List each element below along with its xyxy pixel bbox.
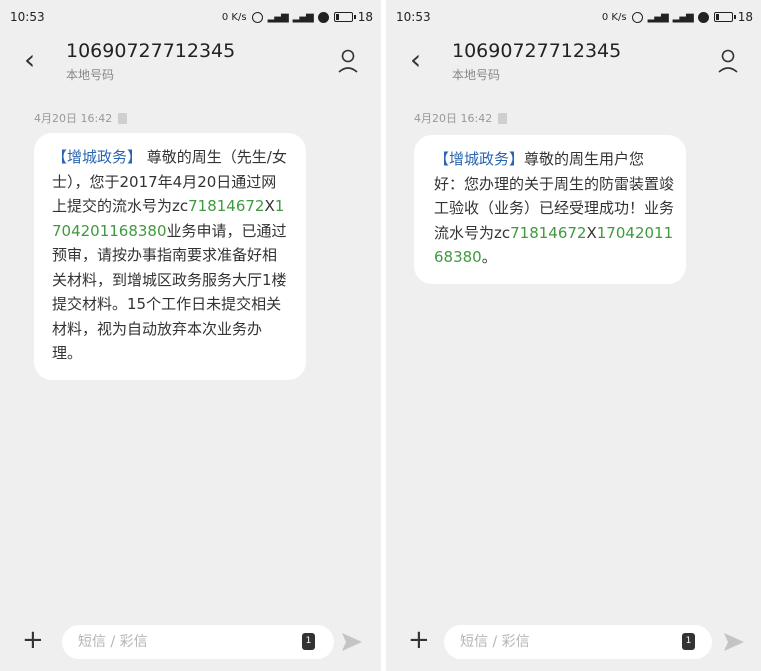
conversation-header: ‹ 10690727712345 本地号码 — [0, 34, 381, 92]
chevron-left-icon[interactable]: ‹ — [24, 46, 35, 74]
battery-icon — [333, 12, 356, 22]
notification-icon — [697, 11, 709, 23]
sim-card-icon[interactable]: 1 — [302, 633, 315, 650]
compose-bar: + 1 — [386, 615, 761, 671]
network-speed: 0 K/s — [601, 11, 627, 23]
message-bubble[interactable]: 【增城政务】尊敬的周生用户您好：您办理的关于周生的防雷装置竣工验收（业务）已经受… — [414, 135, 686, 284]
contact-number-type: 本地号码 — [452, 68, 501, 82]
message-sender-tag: 【增城政务】 — [434, 150, 525, 168]
compose-bar: + 1 — [0, 615, 381, 671]
network-speed: 0 K/s — [221, 11, 247, 23]
message-timestamp: 4月20日 16:42 — [34, 110, 128, 126]
chevron-left-icon[interactable]: ‹ — [410, 46, 421, 74]
notification-icon — [317, 11, 329, 23]
status-time: 10:53 — [10, 10, 45, 24]
battery-icon — [713, 12, 736, 22]
sim-card-icon[interactable]: 1 — [682, 633, 695, 650]
person-icon[interactable] — [717, 48, 739, 74]
serial-number-link[interactable]: 71814672 — [188, 197, 264, 215]
serial-number-link[interactable]: 71814672 — [510, 224, 586, 242]
signal-icon: ▂▄▆ — [647, 11, 669, 23]
conversation-header: ‹ 10690727712345 本地号码 — [386, 34, 761, 92]
sim-card-icon — [118, 112, 128, 124]
right-phone-screen: 10:53 0 K/s ▂▄▆ ▂▄▆ 18 ‹ 10690727712345 … — [386, 0, 761, 671]
message-bubble[interactable]: 【增城政务】 尊敬的周生（先生/女士），您于2017年4月20日通过网上提交的流… — [34, 133, 306, 380]
status-bar: 10:53 0 K/s ▂▄▆ ▂▄▆ 18 — [0, 0, 381, 34]
plus-icon[interactable]: + — [22, 625, 44, 655]
alarm-icon — [251, 11, 263, 23]
message-list[interactable]: 4月20日 16:42 【增城政务】尊敬的周生用户您好：您办理的关于周生的防雷装… — [386, 92, 761, 615]
message-input[interactable] — [444, 625, 712, 659]
signal-icon-2: ▂▄▆ — [292, 11, 314, 23]
message-list[interactable]: 4月20日 16:42 【增城政务】 尊敬的周生（先生/女士），您于2017年4… — [0, 92, 381, 615]
status-time: 10:53 — [396, 10, 431, 24]
signal-icon: ▂▄▆ — [267, 11, 289, 23]
person-icon[interactable] — [337, 48, 359, 74]
plus-icon[interactable]: + — [408, 625, 430, 655]
message-timestamp: 4月20日 16:42 — [414, 110, 508, 126]
contact-number-type: 本地号码 — [66, 68, 115, 82]
message-input[interactable] — [62, 625, 334, 659]
message-sender-tag: 【增城政务】 — [52, 148, 143, 166]
battery-level: 18 — [737, 10, 753, 24]
send-icon[interactable] — [722, 630, 746, 654]
alarm-icon — [631, 11, 643, 23]
battery-level: 18 — [357, 10, 373, 24]
left-phone-screen: 10:53 0 K/s ▂▄▆ ▂▄▆ 18 ‹ 10690727712345 … — [0, 0, 381, 671]
sim-card-icon — [498, 112, 508, 124]
status-bar: 10:53 0 K/s ▂▄▆ ▂▄▆ 18 — [386, 0, 761, 34]
send-icon[interactable] — [340, 630, 364, 654]
contact-number: 10690727712345 — [66, 40, 236, 62]
signal-icon-2: ▂▄▆ — [672, 11, 694, 23]
contact-number: 10690727712345 — [452, 40, 622, 62]
